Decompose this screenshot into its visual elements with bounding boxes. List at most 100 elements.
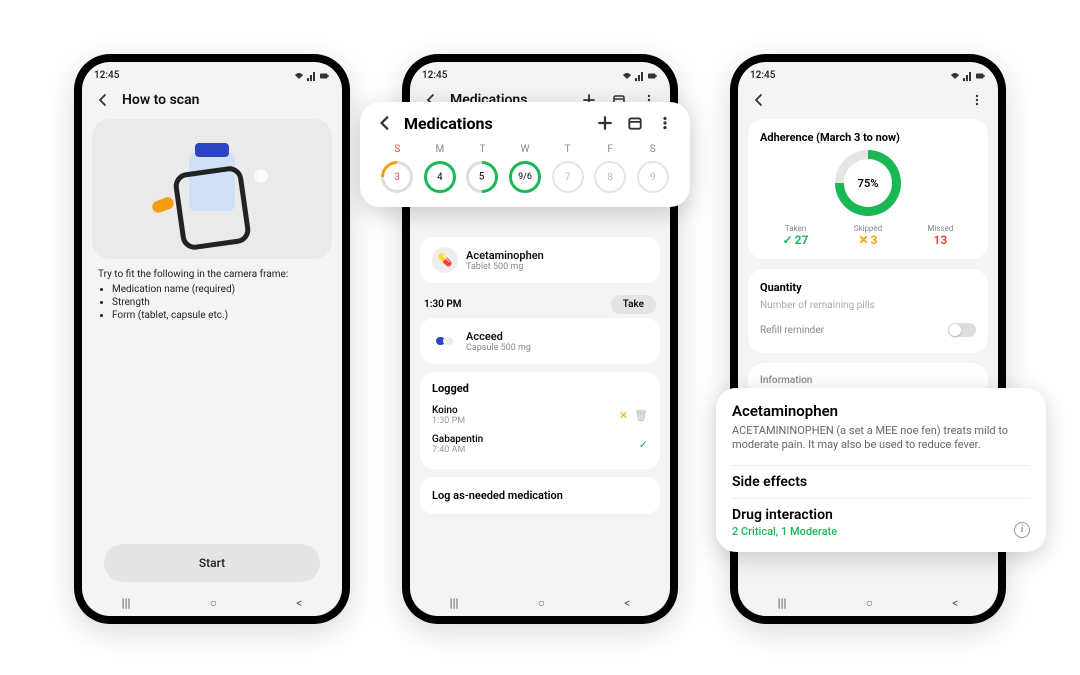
day-fri[interactable]: F 8 [589,144,632,193]
stat-skipped: Skipped ✕3 [854,224,883,247]
battery-icon [976,71,986,81]
status-time: 12:45 [422,70,447,81]
drug-description: ACETAMININOPHEN (a set a MEE noe fen) tr… [732,424,1030,453]
back-nav-icon[interactable]: < [952,596,958,610]
status-time: 12:45 [750,70,775,81]
back-icon[interactable] [92,89,114,111]
back-nav-icon[interactable]: < [296,596,302,610]
battery-icon [320,71,330,81]
status-time: 12:45 [94,70,119,81]
status-icons [950,71,986,81]
instruction-item: Form (tablet, capsule etc.) [112,310,326,321]
drug-info-popup: Acetaminophen ACETAMININOPHEN (a set a M… [716,388,1046,552]
day-wed[interactable]: W 9/6 [504,144,547,193]
day-tue[interactable]: T 5 [461,144,504,193]
stat-taken: Taken ✓27 [783,224,809,247]
status-bar: 12:45 [82,62,342,81]
stat-missed: Missed 13 [927,224,953,247]
week-overview-popup: Medications S 3 M 4 T 5 W 9/6 T 7 [360,102,690,207]
quantity-input[interactable]: Number of remaining pills [760,300,976,311]
medication-name: Acetaminophen [466,249,648,262]
signal-icon [963,71,973,81]
log-name: Koino [432,405,465,416]
refill-label: Refill reminder [760,325,824,336]
wifi-icon [950,71,960,81]
back-icon[interactable] [748,89,770,111]
taken-icon: ✓ [639,438,648,451]
page-title: How to scan [122,92,332,108]
start-button[interactable]: Start [104,544,320,582]
instruction-item: Strength [112,297,326,308]
add-icon[interactable] [594,112,616,134]
adherence-percent: 75% [835,150,901,216]
more-icon[interactable] [966,89,988,111]
logged-section: Logged Koino 1:30 PM ✕ 🗑 Gabape [420,372,660,469]
recent-apps-icon[interactable]: ||| [122,596,131,610]
refill-row[interactable]: Refill reminder [760,319,976,341]
scan-illustration [92,119,332,259]
log-time: 1:30 PM [432,416,465,426]
drug-name: Acetaminophen [732,402,1030,420]
quantity-card: Quantity Number of remaining pills Refil… [748,269,988,353]
log-row[interactable]: Koino 1:30 PM ✕ 🗑 [432,401,648,430]
pill-icon: 💊 [432,247,458,273]
medication-name: Acceed [466,330,648,343]
status-icons [294,71,330,81]
calendar-icon[interactable] [624,112,646,134]
home-icon[interactable]: ○ [210,596,217,610]
day-sun[interactable]: S 3 [376,144,419,193]
medication-sub: Capsule 500 mg [466,343,648,353]
recent-apps-icon[interactable]: ||| [778,596,787,610]
delete-icon[interactable]: 🗑 [634,409,648,422]
recent-apps-icon[interactable]: ||| [450,596,459,610]
medication-item[interactable]: Acceed Capsule 500 mg [420,318,660,364]
interaction-label: Drug interaction [732,507,837,523]
day-sat[interactable]: S 9 [631,144,674,193]
home-icon[interactable]: ○ [866,596,873,610]
adherence-card: Adherence (March 3 to now) 75% Taken ✓27… [748,119,988,259]
interaction-sub: 2 Critical, 1 Moderate [732,525,837,538]
adherence-donut: 75% [835,150,901,216]
capsule-icon [432,328,458,354]
quantity-title: Quantity [760,281,976,294]
log-time: 7:40 AM [432,445,483,455]
side-effects-row[interactable]: Side effects [732,465,1030,498]
signal-icon [635,71,645,81]
home-icon[interactable]: ○ [538,596,545,610]
wifi-icon [294,71,304,81]
android-nav: ||| ○ < [738,590,998,616]
android-nav: ||| ○ < [82,590,342,616]
take-button[interactable]: Take [611,295,656,314]
scan-instructions: Try to fit the following in the camera f… [92,259,332,321]
day-mon[interactable]: M 4 [419,144,462,193]
instruction-lead: Try to fit the following in the camera f… [98,269,326,280]
status-bar: 12:45 [738,62,998,81]
time-slot-header: 1:30 PM Take [420,291,660,318]
slot-time: 1:30 PM [424,299,462,310]
log-row[interactable]: Gabapentin 7:40 AM ✓ [432,430,648,459]
signal-icon [307,71,317,81]
x-icon: ✕ [858,233,868,247]
drug-interaction-row[interactable]: Drug interaction 2 Critical, 1 Moderate … [732,498,1030,538]
back-nav-icon[interactable]: < [624,596,630,610]
status-bar: 12:45 [410,62,670,81]
app-bar [738,81,998,119]
day-thu[interactable]: T 7 [546,144,589,193]
popup-title: Medications [404,114,586,133]
refill-toggle[interactable] [948,323,976,337]
battery-icon [648,71,658,81]
app-bar: How to scan [82,81,342,119]
more-icon[interactable] [654,112,676,134]
log-name: Gabapentin [432,434,483,445]
android-nav: ||| ○ < [410,590,670,616]
wifi-icon [622,71,632,81]
info-icon[interactable]: i [1014,522,1030,538]
instruction-item: Medication name (required) [112,284,326,295]
section-title: Logged [432,382,648,395]
phone-how-to-scan: 12:45 How to scan [74,54,350,624]
skip-icon: ✕ [619,409,628,422]
log-as-needed-button[interactable]: Log as-needed medication [420,477,660,514]
adherence-title: Adherence (March 3 to now) [760,131,976,144]
medication-item[interactable]: 💊 Acetaminophen Tablet 500 mg [420,237,660,283]
back-icon[interactable] [374,112,396,134]
